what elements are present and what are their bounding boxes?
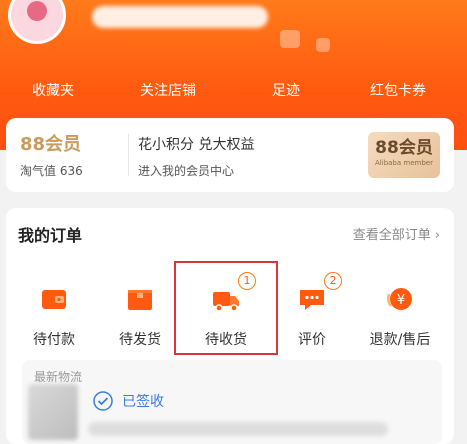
avatar-figure [27,1,47,21]
member-center-link[interactable]: 进入我的会员中心 [138,162,234,179]
highlight-annotation [174,261,278,355]
wallet-icon [42,290,66,309]
order-refund[interactable]: ¥ 退款/售后 [358,264,442,356]
product-thumbnail-blurred [28,384,78,440]
latest-logistics[interactable]: 最新物流 已签收 [22,360,442,444]
member-badge: 88会员 [20,134,82,155]
logistics-detail-blurred [88,422,388,436]
order-review[interactable]: 2 评价 [270,264,354,356]
refund-icon: ¥ [386,288,412,310]
blurred-block [280,30,300,48]
order-label: 退款/售后 [369,332,431,348]
chevron-right-icon: › [434,228,440,243]
svg-text:¥: ¥ [397,293,405,308]
view-all-label: 查看全部订单 [352,228,431,243]
orders-title: 我的订单 [18,226,83,245]
status-text: 已签收 [122,394,164,410]
quick-nav-footprints[interactable]: 足迹 [272,80,300,100]
taoqi-value: 淘气值 636 [20,164,83,178]
quick-nav: 收藏夹 关注店铺 足迹 红包卡券 [0,72,467,104]
quick-nav-followed-shops[interactable]: 关注店铺 [140,80,196,100]
count-badge: 2 [324,272,342,290]
member-card[interactable]: 88会员 淘气值 636 花小积分 兑大权益 进入我的会员中心 88会员 Ali… [6,118,454,192]
quick-nav-coupons[interactable]: 红包卡券 [370,80,426,100]
comment-icon [300,290,324,310]
package-icon [128,290,152,310]
username-blurred [92,6,268,28]
member-title: 花小积分 兑大权益 [138,137,255,153]
order-pending-shipment[interactable]: 待发货 [98,264,182,356]
vip-logo-text: 88会员 [375,138,433,158]
vip-logo-subtext: Alibaba member [375,159,433,167]
blurred-block [316,38,330,52]
order-label: 待付款 [33,332,75,348]
orders-card: 我的订单 查看全部订单 › 待付款 待发货 1 待收货 2 评价 ¥ 退款/售后… [6,208,454,444]
check-circle-icon [93,391,113,411]
avatar[interactable] [8,0,66,44]
quick-nav-favorites[interactable]: 收藏夹 [32,80,74,100]
view-all-orders-link[interactable]: 查看全部订单 › [353,224,440,243]
divider [128,134,129,176]
logistics-label: 最新物流 [34,370,83,384]
order-label: 待发货 [119,332,161,348]
vip-logo[interactable]: 88会员 Alibaba member [368,132,440,178]
order-label: 评价 [298,332,326,348]
order-pending-payment[interactable]: 待付款 [12,264,96,356]
